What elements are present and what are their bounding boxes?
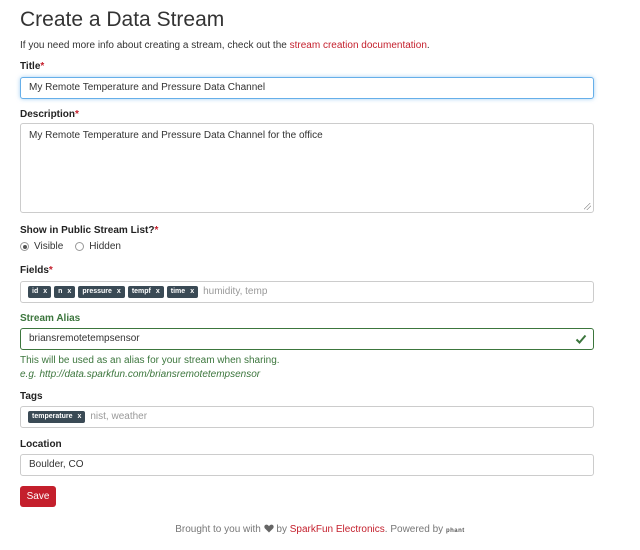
resize-handle-icon[interactable] xyxy=(584,203,591,210)
stream-alias-help: This will be used as an alias for your s… xyxy=(20,355,280,366)
intro-text: If you need more info about creating a s… xyxy=(20,40,430,51)
footer: Brought to you with by SparkFun Electron… xyxy=(0,524,640,535)
hidden-radio-label[interactable]: Hidden xyxy=(89,241,121,252)
visibility-label: Show in Public Stream List?* xyxy=(20,225,158,236)
field-tag: id x xyxy=(28,286,52,298)
location-label: Location xyxy=(20,439,62,450)
visible-radio-label[interactable]: Visible xyxy=(34,241,63,252)
fields-label-text: Fields xyxy=(20,265,49,276)
intro-body: If you need more info about creating a s… xyxy=(20,40,290,51)
fields-label: Fields* xyxy=(20,265,53,276)
check-icon xyxy=(575,334,587,344)
close-icon[interactable]: x xyxy=(190,286,194,298)
field-tag: pressure x xyxy=(78,286,125,298)
title-label-text: Title xyxy=(20,61,41,72)
footer-prefix: Brought to you with xyxy=(175,524,261,535)
required-marker: * xyxy=(40,61,45,72)
required-marker: * xyxy=(75,109,79,120)
description-label: Description* xyxy=(20,109,79,120)
tags-tag-input[interactable]: temperature x nist, weather xyxy=(20,406,594,428)
tag-chip-label: temperature xyxy=(32,413,73,420)
field-tag-label: tempf xyxy=(131,288,151,295)
visibility-label-text: Show in Public Stream List? xyxy=(20,225,155,236)
field-tag-label: time xyxy=(170,288,186,295)
fields-placeholder: humidity, temp xyxy=(203,286,268,297)
title-input-value: My Remote Temperature and Pressure Data … xyxy=(29,82,266,93)
description-textarea[interactable]: My Remote Temperature and Pressure Data … xyxy=(20,123,594,213)
title-input[interactable]: My Remote Temperature and Pressure Data … xyxy=(20,77,594,99)
description-label-text: Description xyxy=(20,109,76,120)
stream-docs-link[interactable]: stream creation documentation xyxy=(290,40,427,51)
field-tag-label: n xyxy=(58,288,63,295)
footer-powered: . Powered by xyxy=(384,524,444,535)
close-icon[interactable]: x xyxy=(156,286,160,298)
stream-alias-label: Stream Alias xyxy=(20,313,81,324)
field-tag: tempf x xyxy=(127,286,164,298)
page-title: Create a Data Stream xyxy=(20,8,225,31)
required-marker: * xyxy=(154,225,159,236)
intro-suffix: . xyxy=(426,40,430,51)
stream-alias-input[interactable]: briansremotetempsensor xyxy=(20,328,594,350)
footer-by: by xyxy=(276,524,287,535)
field-tag: nx xyxy=(54,286,76,298)
close-icon[interactable]: x xyxy=(117,286,121,298)
visible-radio[interactable] xyxy=(20,242,29,251)
title-label: Title* xyxy=(20,61,44,72)
field-tag: time x xyxy=(166,286,199,298)
fields-tag-input[interactable]: id x nx pressure x tempf x time x humidity, … xyxy=(20,281,594,303)
hidden-radio[interactable] xyxy=(75,242,85,251)
close-icon[interactable]: x xyxy=(43,286,47,298)
close-icon[interactable]: x xyxy=(77,411,81,423)
location-value: Boulder, CO xyxy=(29,459,84,470)
tags-placeholder: nist, weather xyxy=(90,411,148,422)
save-button[interactable]: Save xyxy=(20,486,56,507)
phant-logo[interactable]: phant xyxy=(446,528,465,534)
field-tag-label: id xyxy=(32,288,39,295)
field-tag-label: pressure xyxy=(82,288,112,295)
close-icon[interactable]: x xyxy=(67,286,71,298)
heart-icon xyxy=(263,524,274,533)
tag-chip: temperature x xyxy=(28,411,86,423)
description-value: My Remote Temperature and Pressure Data … xyxy=(29,130,323,141)
tags-label: Tags xyxy=(20,391,43,402)
visibility-radio-group: Visible Hidden xyxy=(20,241,133,252)
sparkfun-link[interactable]: SparkFun Electronics xyxy=(290,524,385,535)
required-marker: * xyxy=(48,265,53,276)
stream-alias-value: briansremotetempsensor xyxy=(29,333,140,344)
location-input[interactable]: Boulder, CO xyxy=(20,454,594,476)
stream-alias-example: e.g. http://data.sparkfun.com/briansremo… xyxy=(20,369,261,380)
